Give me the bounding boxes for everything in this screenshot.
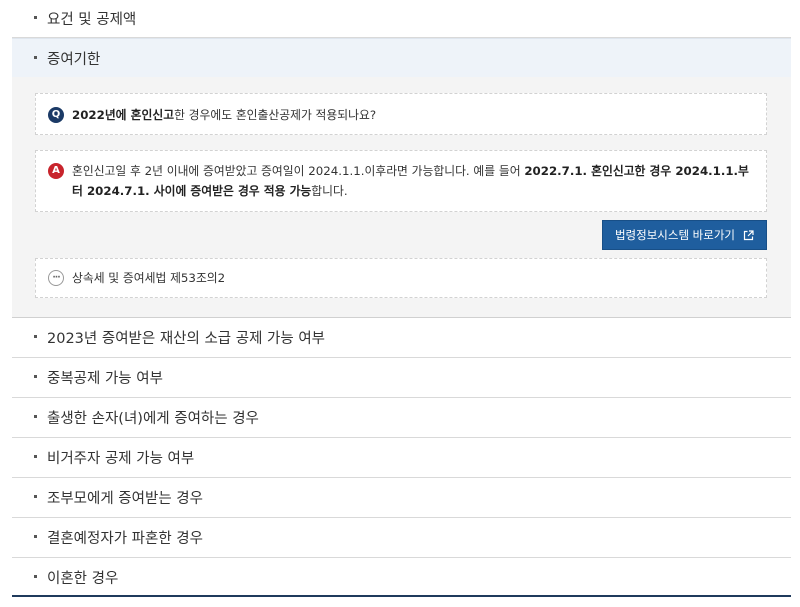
accordion-title: 요건 및 공제액 xyxy=(47,12,137,28)
bullet-icon xyxy=(34,495,37,498)
bullet-icon xyxy=(34,335,37,338)
bullet-icon xyxy=(34,575,37,578)
bottom-divider xyxy=(12,595,791,597)
accordion-title: 중복공제 가능 여부 xyxy=(47,371,163,387)
external-link-icon xyxy=(743,229,754,241)
question-rest-text: 한 경우에도 혼인출산공제가 적용되나요? xyxy=(174,108,377,122)
question-box: Q 2022년에 혼인신고한 경우에도 혼인출산공제가 적용되나요? xyxy=(35,93,767,135)
accordion-title: 출생한 손자(녀)에게 증여하는 경우 xyxy=(47,411,259,427)
answer-text-start: 혼인신고일 후 2년 이내에 증여받았고 증여일이 2024.1.1.이후라면 … xyxy=(72,164,525,178)
faq-accordion: 요건 및 공제액 증여기한 Q 2022년에 혼인신고한 경우에도 혼인출산공제… xyxy=(12,0,791,597)
accordion-title: 조부모에게 증여받는 경우 xyxy=(47,491,203,507)
accordion-header[interactable]: 증여기한 xyxy=(12,38,791,77)
accordion-header[interactable]: 조부모에게 증여받는 경우 xyxy=(12,478,791,517)
accordion-item[interactable]: 비거주자 공제 가능 여부 xyxy=(12,438,791,478)
answer-badge-icon: A xyxy=(48,163,64,179)
bullet-icon xyxy=(34,375,37,378)
law-reference-box: ··· 상속세 및 증여세법 제53조의2 xyxy=(35,258,767,298)
law-system-link-button[interactable]: 법령정보시스템 바로가기 xyxy=(602,220,767,250)
law-button-label: 법령정보시스템 바로가기 xyxy=(614,228,736,242)
question-badge-icon: Q xyxy=(48,107,64,123)
accordion-item-open[interactable]: 증여기한 Q 2022년에 혼인신고한 경우에도 혼인출산공제가 적용되나요? … xyxy=(12,38,791,318)
accordion-item[interactable]: 중복공제 가능 여부 xyxy=(12,358,791,398)
bullet-icon xyxy=(34,535,37,538)
accordion-header[interactable]: 이혼한 경우 xyxy=(12,558,791,597)
accordion-header[interactable]: 중복공제 가능 여부 xyxy=(12,358,791,397)
accordion-item[interactable]: 이혼한 경우 xyxy=(12,558,791,597)
bullet-icon xyxy=(34,16,37,19)
accordion-header[interactable]: 비거주자 공제 가능 여부 xyxy=(12,438,791,477)
accordion-item[interactable]: 출생한 손자(녀)에게 증여하는 경우 xyxy=(12,398,791,438)
accordion-header[interactable]: 2023년 증여받은 재산의 소급 공제 가능 여부 xyxy=(12,318,791,357)
law-reference-text: 상속세 및 증여세법 제53조의2 xyxy=(72,271,226,285)
bullet-icon xyxy=(34,455,37,458)
accordion-title: 비거주자 공제 가능 여부 xyxy=(47,451,195,467)
answer-text: 혼인신고일 후 2년 이내에 증여받았고 증여일이 2024.1.1.이후라면 … xyxy=(72,161,754,201)
bullet-icon xyxy=(34,55,37,59)
accordion-item[interactable]: 요건 및 공제액 xyxy=(12,0,791,38)
accordion-header[interactable]: 결혼예정자가 파혼한 경우 xyxy=(12,518,791,557)
accordion-item[interactable]: 조부모에게 증여받는 경우 xyxy=(12,478,791,518)
question-bold-text: 2022년에 혼인신고 xyxy=(72,108,175,122)
answer-box: A 혼인신고일 후 2년 이내에 증여받았고 증여일이 2024.1.1.이후라… xyxy=(35,150,767,212)
more-icon[interactable]: ··· xyxy=(48,270,64,286)
accordion-header[interactable]: 출생한 손자(녀)에게 증여하는 경우 xyxy=(12,398,791,437)
answer-text-end: 합니다. xyxy=(311,184,348,198)
accordion-title: 2023년 증여받은 재산의 소급 공제 가능 여부 xyxy=(47,331,325,347)
question-text: 2022년에 혼인신고한 경우에도 혼인출산공제가 적용되나요? xyxy=(72,105,376,125)
accordion-title: 결혼예정자가 파혼한 경우 xyxy=(47,531,203,547)
accordion-panel: Q 2022년에 혼인신고한 경우에도 혼인출산공제가 적용되나요? A 혼인신… xyxy=(12,77,791,317)
accordion-header[interactable]: 요건 및 공제액 xyxy=(12,0,791,37)
bullet-icon xyxy=(34,415,37,418)
accordion-item[interactable]: 2023년 증여받은 재산의 소급 공제 가능 여부 xyxy=(12,318,791,358)
accordion-title: 증여기한 xyxy=(47,51,101,68)
accordion-title: 이혼한 경우 xyxy=(47,571,119,587)
accordion-item[interactable]: 결혼예정자가 파혼한 경우 xyxy=(12,518,791,558)
